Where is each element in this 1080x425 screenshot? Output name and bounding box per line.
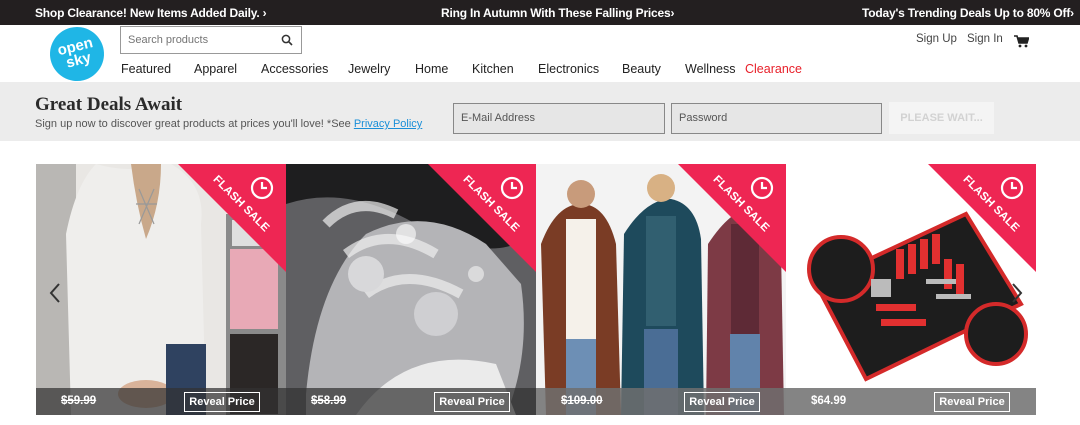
price-bar: $109.00 Reveal Price [536, 388, 786, 415]
product-card[interactable]: FLASH SALE $59.99 Reveal Price [36, 164, 286, 415]
product-price: $64.99 [811, 395, 847, 407]
nav-featured[interactable]: Featured [121, 62, 171, 76]
search-box [120, 26, 302, 54]
carousel-next-icon[interactable] [1010, 282, 1024, 304]
email-field[interactable]: E-Mail Address [453, 103, 665, 134]
signup-title: Great Deals Await [35, 94, 183, 115]
nav-home[interactable]: Home [415, 62, 448, 76]
price-bar: $64.99 Reveal Price [786, 388, 1036, 415]
signup-subtitle: Sign up now to discover great products a… [35, 118, 422, 130]
reveal-price-button[interactable]: Reveal Price [684, 392, 760, 412]
price-bar: $59.99 Reveal Price [36, 388, 286, 415]
price-bar: $58.99 Reveal Price [286, 388, 536, 415]
product-price: $59.99 [61, 395, 97, 407]
sign-up-link[interactable]: Sign Up [916, 33, 957, 45]
signup-subtitle-text: Sign up now to discover great products a… [35, 118, 354, 130]
product-price: $109.00 [561, 395, 603, 407]
nav-wellness[interactable]: Wellness [685, 62, 735, 76]
nav-jewelry[interactable]: Jewelry [348, 62, 390, 76]
carousel-prev-icon[interactable] [48, 282, 62, 304]
signup-submit-button[interactable]: PLEASE WAIT... [889, 102, 994, 134]
product-card[interactable]: FLASH SALE $64.99 Reveal Price [786, 164, 1036, 415]
product-card[interactable]: FLASH SALE $58.99 Reveal Price [286, 164, 536, 415]
signup-band: Great Deals Await Sign up now to discove… [0, 82, 1080, 141]
reveal-price-button[interactable]: Reveal Price [184, 392, 260, 412]
clock-icon [1000, 176, 1024, 200]
nav-accessories[interactable]: Accessories [261, 62, 328, 76]
nav-electronics[interactable]: Electronics [538, 62, 599, 76]
nav-beauty[interactable]: Beauty [622, 62, 661, 76]
clock-icon [250, 176, 274, 200]
nav-apparel[interactable]: Apparel [194, 62, 237, 76]
clock-icon [750, 176, 774, 200]
opensky-logo[interactable]: open sky [44, 21, 110, 87]
privacy-policy-link[interactable]: Privacy Policy [354, 118, 422, 130]
product-price: $58.99 [311, 395, 347, 407]
product-card[interactable]: FLASH SALE $109.00 Reveal Price [536, 164, 786, 415]
promo-trending-link[interactable]: Today's Trending Deals Up to 80% Off› [862, 6, 1074, 20]
product-carousel: FLASH SALE $59.99 Reveal Price FLASH SAL… [36, 164, 1038, 415]
search-icon[interactable] [281, 34, 293, 46]
sign-in-link[interactable]: Sign In [967, 33, 1003, 45]
cart-icon[interactable] [1014, 35, 1029, 48]
password-field[interactable]: Password [671, 103, 882, 134]
search-input[interactable] [121, 27, 271, 53]
clock-icon [500, 176, 524, 200]
nav-clearance[interactable]: Clearance [745, 62, 802, 76]
reveal-price-button[interactable]: Reveal Price [934, 392, 1010, 412]
nav-kitchen[interactable]: Kitchen [472, 62, 514, 76]
promo-bar: Shop Clearance! New Items Added Daily. ›… [0, 0, 1080, 25]
promo-clearance-link[interactable]: Shop Clearance! New Items Added Daily. › [35, 6, 267, 20]
promo-autumn-link[interactable]: Ring In Autumn With These Falling Prices… [441, 6, 674, 20]
reveal-price-button[interactable]: Reveal Price [434, 392, 510, 412]
